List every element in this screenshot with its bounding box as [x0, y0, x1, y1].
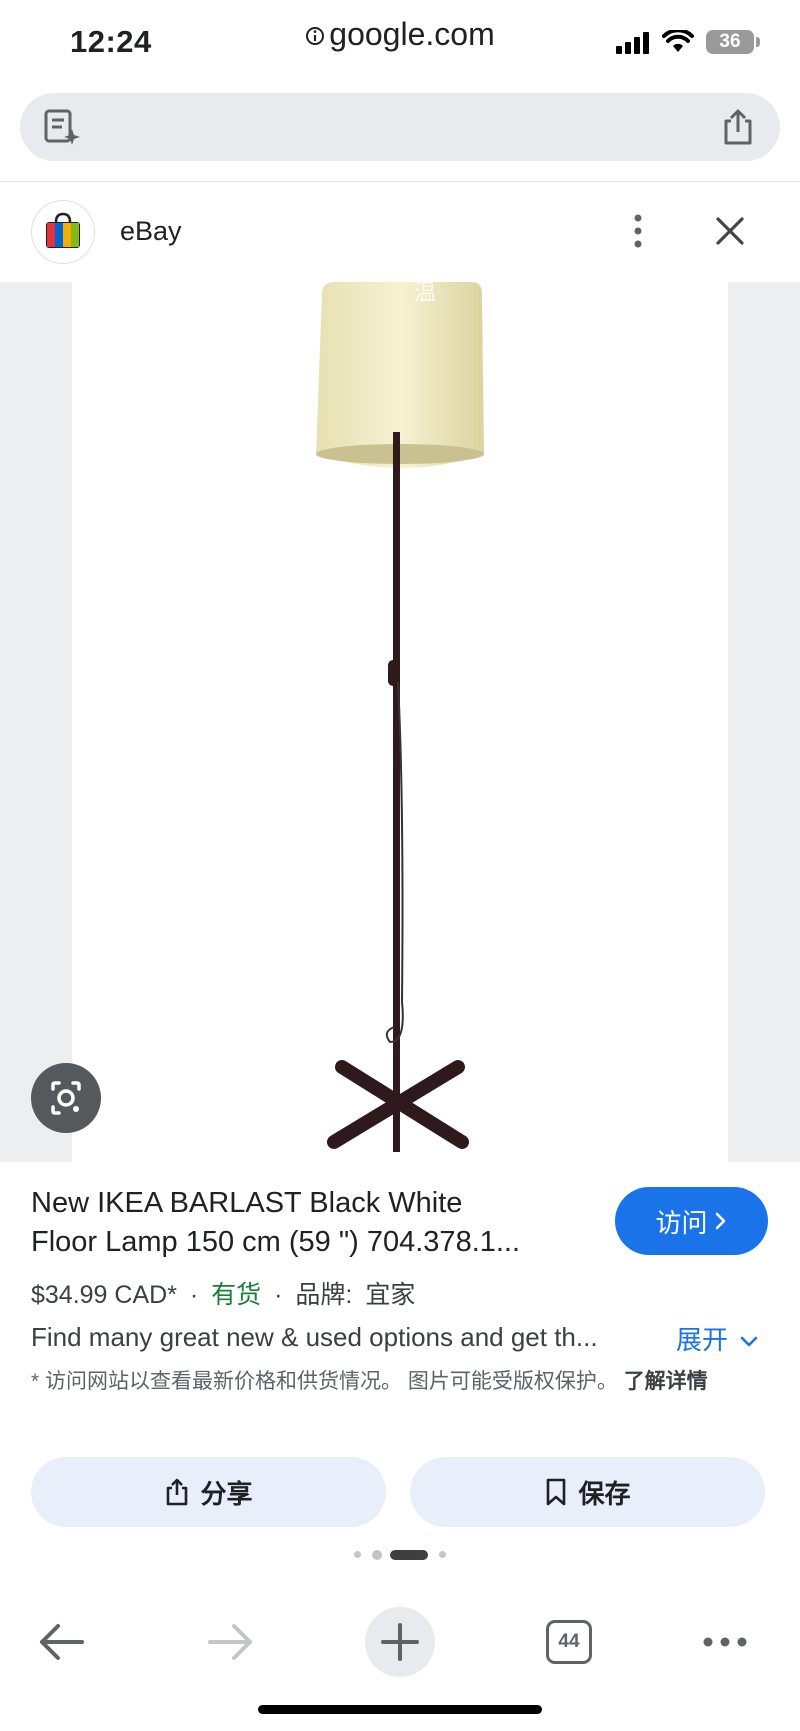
save-label: 保存 [578, 1478, 631, 1509]
more-vert-icon[interactable] [622, 212, 654, 252]
visit-button[interactable]: 访问 [615, 1187, 768, 1255]
price: $34.99 CAD* [31, 1281, 177, 1309]
new-tab-button[interactable] [365, 1607, 435, 1677]
ebay-shopping-bag-icon [31, 200, 95, 264]
brand-label: 品牌: [295, 1281, 353, 1309]
tab-count: 44 [558, 1631, 580, 1652]
carousel-dot-active[interactable] [390, 1550, 428, 1560]
plus-icon [381, 1623, 419, 1661]
divider [0, 181, 800, 182]
tab-switcher-button[interactable]: 44 [546, 1620, 592, 1664]
carousel-dot[interactable] [439, 1551, 446, 1558]
description: Find many great new & used options and g… [31, 1322, 598, 1352]
chevron-down-icon [740, 1336, 758, 1347]
separator: · [189, 1281, 199, 1309]
image-watermark: 温 [414, 282, 436, 306]
source-name[interactable]: eBay [120, 216, 182, 247]
page-summary-icon[interactable] [42, 107, 82, 147]
share-icon[interactable] [718, 107, 758, 147]
google-lens-button[interactable] [31, 1063, 101, 1133]
save-button[interactable]: 保存 [410, 1457, 765, 1527]
availability: 有货 [211, 1281, 262, 1309]
lens-icon [51, 1081, 81, 1115]
expand-label: 展开 [676, 1325, 729, 1355]
share-icon [167, 1478, 188, 1506]
price-line: $34.99 CAD* · 有货 · 品牌: 宜家 [31, 1275, 415, 1311]
title-line-1: New IKEA BARLAST Black White [31, 1187, 463, 1219]
back-arrow-icon[interactable] [38, 1622, 86, 1662]
info-icon [306, 27, 325, 45]
product-image[interactable]: 温 [72, 282, 728, 1162]
floor-lamp-image: 温 [316, 282, 484, 1152]
close-icon[interactable] [713, 214, 747, 248]
brand-value: 宜家 [365, 1281, 416, 1309]
chevron-right-icon [715, 1212, 725, 1230]
address-bar[interactable] [20, 93, 780, 161]
share-button[interactable]: 分享 [31, 1457, 386, 1527]
bookmark-icon [547, 1478, 566, 1506]
url-text: google.com [329, 16, 495, 52]
disclaimer: * 访问网站以查看最新价格和供货情况。 图片可能受版权保护。 了解详情 [31, 1366, 771, 1397]
carousel-dot[interactable] [354, 1551, 361, 1558]
separator: · [274, 1281, 283, 1309]
home-indicator[interactable] [258, 1705, 542, 1714]
share-label: 分享 [200, 1478, 253, 1509]
visit-label: 访问 [655, 1207, 708, 1238]
url-display[interactable]: google.com [0, 0, 800, 68]
carousel-dot[interactable] [372, 1550, 382, 1560]
title-line-2: Floor Lamp 150 cm (59 ") 704.378.1... [31, 1226, 521, 1258]
forward-arrow-icon[interactable] [206, 1622, 254, 1662]
bottom-toolbar: 44 [0, 1580, 800, 1700]
product-title[interactable]: New IKEA BARLAST Black White Floor Lamp … [31, 1184, 591, 1262]
learn-more-link[interactable]: 了解详情 [624, 1370, 708, 1393]
more-horiz-icon[interactable] [700, 1632, 750, 1652]
disclaimer-text: * 访问网站以查看最新价格和供货情况。 图片可能受版权保护。 [31, 1370, 618, 1393]
expand-button[interactable]: 展开 [676, 1320, 759, 1357]
